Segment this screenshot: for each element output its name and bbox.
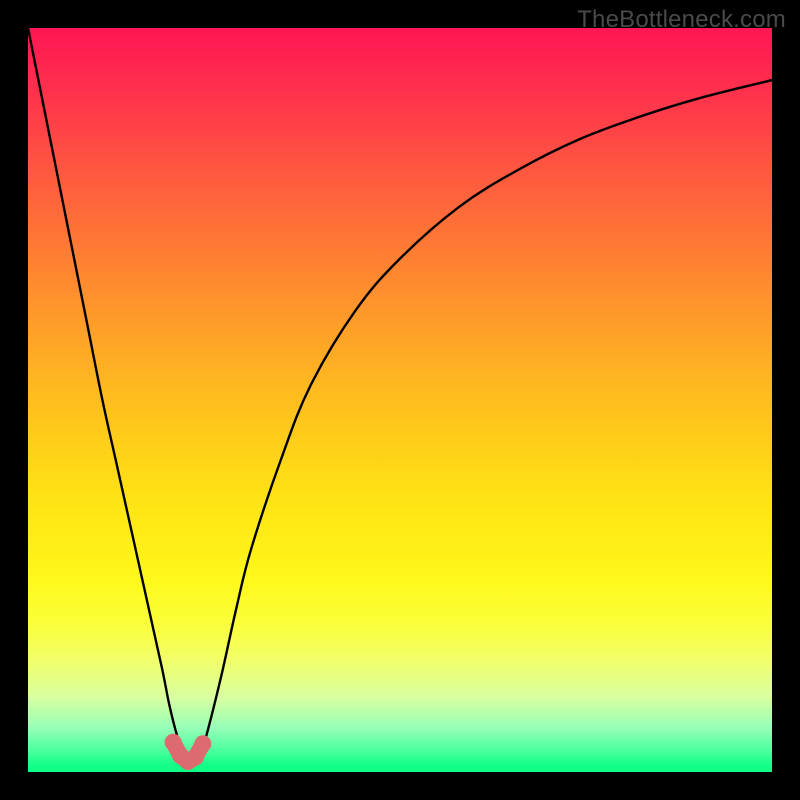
plot-area [28,28,772,772]
bottleneck-curve-path [28,28,772,765]
bottleneck-curve-svg [28,28,772,772]
minimum-markers [165,734,212,770]
chart-frame: TheBottleneck.com [0,0,800,800]
watermark-text: TheBottleneck.com [577,6,786,34]
minimum-marker-dot [194,735,211,752]
